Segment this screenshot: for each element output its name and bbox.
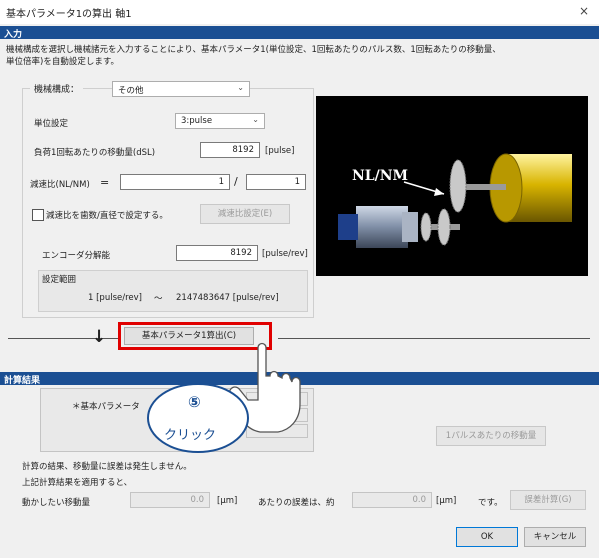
movement-input[interactable]: 0.0 [130, 492, 210, 508]
annotation-number: ⑤ [188, 393, 201, 411]
movement-unit: [μm] [217, 496, 238, 506]
encoder-label: エンコーダ分解能 [42, 251, 111, 261]
small-gear [420, 212, 432, 242]
gear-setting-button[interactable]: 減速比設定(E) [200, 204, 290, 224]
chevron-down-icon: ⌄ [252, 115, 259, 124]
mid-gear [437, 208, 451, 246]
result-parameter-label: ＊基本パラメータ [72, 402, 140, 412]
large-gear [449, 159, 467, 213]
range-max: 2147483647 [pulse/rev] [176, 293, 279, 303]
per-pulse-button[interactable]: 1パルスあたりの移動量 [436, 426, 546, 446]
movement-label: 動かしたい移動量 [22, 498, 91, 508]
chevron-down-icon: ⌄ [237, 83, 244, 92]
servo-motor-encoder [338, 214, 358, 240]
title-bar: 基本パラメータ1の算出 軸1 × [0, 0, 599, 24]
close-icon[interactable]: × [579, 4, 589, 18]
encoder-value: 8192 [230, 248, 252, 258]
divider-right [278, 338, 590, 339]
reduction-nl-input[interactable]: 1 [120, 174, 230, 190]
result-section-title: 計算結果 [4, 376, 41, 386]
window-title: 基本パラメータ1の算出 軸1 [6, 9, 132, 20]
arrow-down-icon: ↓ [92, 327, 107, 347]
ok-button[interactable]: OK [456, 527, 518, 547]
annotation-text: クリック [164, 428, 217, 443]
per-error-label: あたりの誤差は、約 [258, 498, 335, 508]
nlnm-pointer-head [434, 188, 444, 196]
shaft [466, 184, 506, 190]
reduction-nl-value: 1 [218, 177, 224, 187]
servo-gear-image: NL/NM [338, 153, 572, 248]
description-line-1: 機械構成を選択し機械諸元を入力することにより、基本パラメータ1(単位設定、1回転… [6, 45, 501, 55]
machine-illustration: NL/NM [316, 96, 588, 276]
gear-checkbox[interactable] [32, 209, 44, 221]
travel-value: 8192 [232, 145, 254, 155]
input-section-header: 入力 [0, 26, 599, 40]
servo-motor-body [356, 206, 408, 248]
range-min: 1 [pulse/rev] [88, 293, 142, 303]
reduction-nm-value: 1 [294, 177, 300, 187]
servo-motor-flange [402, 212, 418, 242]
reduction-label: 減速比(NL/NM) [30, 180, 90, 190]
nlnm-label: NL/NM [352, 168, 408, 184]
range-box [38, 270, 308, 312]
error-output: 0.0 [352, 492, 432, 508]
unit-setting-value: 3:pulse [181, 116, 213, 126]
error-calc-button[interactable]: 誤差計算(G) [510, 490, 586, 510]
travel-unit: [pulse] [265, 146, 295, 156]
reduction-slash: / [234, 175, 238, 188]
cancel-button[interactable]: キャンセル [524, 527, 586, 547]
machine-select-value: その他 [118, 86, 144, 96]
range-label: 設定範囲 [42, 275, 77, 285]
apply-note: 上記計算結果を適用すると、 [22, 478, 133, 488]
input-description: 機械構成を選択し機械諸元を入力することにより、基本パラメータ1(単位設定、1回転… [6, 44, 566, 68]
unit-setting-label: 単位設定 [34, 119, 69, 129]
unit-setting-select[interactable]: 3:pulse ⌄ [175, 113, 265, 129]
reduction-eq: = [100, 176, 110, 189]
encoder-input[interactable]: 8192 [176, 245, 258, 261]
reduction-nm-input[interactable]: 1 [246, 174, 306, 190]
machine-select[interactable]: その他 ⌄ [112, 81, 250, 97]
error-note: 計算の結果、移動量に誤差は発生しません。 [22, 462, 192, 472]
desu-text: です。 [478, 498, 503, 508]
description-line-2: 単位倍率)を自動設定します。 [6, 57, 119, 67]
input-section-title: 入力 [4, 30, 23, 40]
travel-input[interactable]: 8192 [200, 142, 260, 158]
machine-label: 機械構成： [30, 82, 84, 95]
gear-checkbox-label: 減速比を歯数/直径で設定する。 [46, 211, 168, 221]
travel-label: 負荷1回転あたりの移動量(dSL) [34, 148, 156, 158]
movement-value: 0.0 [190, 495, 204, 505]
encoder-unit: [pulse/rev] [262, 249, 308, 259]
error-unit: [μm] [436, 496, 457, 506]
range-tilde: 〜 [154, 294, 163, 304]
error-value: 0.0 [412, 495, 426, 505]
